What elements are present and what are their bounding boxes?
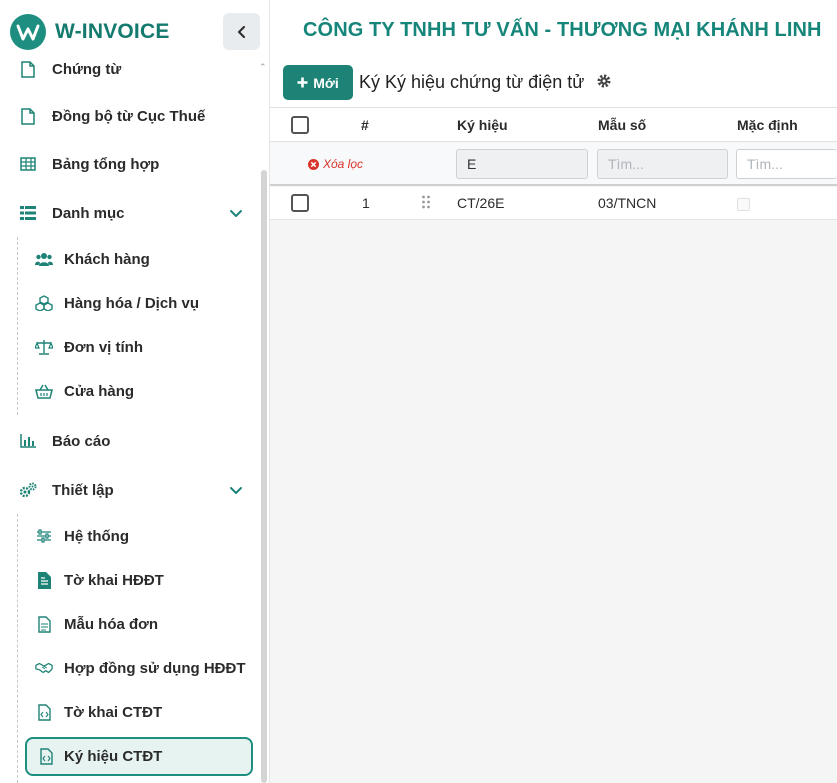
file-lines-icon (35, 615, 53, 633)
filter-ky-hieu-input[interactable] (456, 149, 588, 179)
sidebar-item-label: Bảng tổng hợp (52, 155, 160, 173)
file-code-icon (35, 703, 53, 721)
row-ky-hieu: CT/26E (457, 195, 505, 211)
sidebar-item-label: Tờ khai CTĐT (64, 703, 163, 721)
sidebar-item-label: Hợp đồng sử dụng HĐĐT (64, 659, 246, 677)
sidebar-item-don-vi-tinh[interactable]: Đơn vị tính (0, 327, 258, 367)
page-title: Ký Ký hiệu chứng từ điện tử (359, 72, 585, 92)
sidebar-item-label: Hàng hóa / Dịch vụ (64, 294, 200, 312)
clear-filter-label: Xóa lọc (323, 157, 364, 171)
column-header-index[interactable]: # (361, 117, 369, 133)
gear-icon[interactable] (596, 73, 612, 89)
users-icon (35, 250, 53, 268)
basket-icon (35, 382, 53, 400)
row-mac-dinh-checkbox[interactable] (737, 198, 750, 211)
new-button[interactable]: Mới (283, 65, 353, 100)
sidebar-item-ky-hieu-ctdt[interactable]: Ký hiệu CTĐT (25, 737, 253, 776)
sidebar-scroll-thumb[interactable] (261, 170, 267, 783)
new-button-label: Mới (313, 74, 339, 91)
sidebar-item-to-khai-hddt[interactable]: Tờ khai HĐĐT (0, 560, 258, 600)
clear-filter-button[interactable]: Xóa lọc (308, 157, 363, 171)
main-content: CÔNG TY TNHH TƯ VẤN - THƯƠNG MẠI KHÁNH L… (270, 0, 837, 783)
chevron-down-icon (230, 210, 242, 217)
sidebar-item-dong-bo[interactable]: Đồng bộ từ Cục Thuế (0, 96, 258, 136)
sidebar: W-INVOICE ⌃ Chứng từ Đồng bộ từ Cục Thuế… (0, 0, 270, 783)
sidebar-item-label: Tờ khai HĐĐT (64, 571, 164, 589)
table-row[interactable]: 1 CT/26E 03/TNCN (270, 187, 837, 220)
file-code-icon (37, 748, 55, 766)
select-all-checkbox[interactable] (291, 116, 309, 134)
filter-mac-dinh-input[interactable] (736, 149, 837, 179)
column-header-mac-dinh[interactable]: Mặc định (737, 117, 798, 133)
sidebar-item-he-thong[interactable]: Hệ thống (0, 516, 258, 556)
sidebar-item-to-khai-ctdt[interactable]: Tờ khai CTĐT (0, 692, 258, 732)
brand-logo-icon (10, 14, 46, 50)
page-header: CÔNG TY TNHH TƯ VẤN - THƯƠNG MẠI KHÁNH L… (270, 0, 837, 62)
scale-icon (35, 338, 53, 356)
drag-handle-icon[interactable] (421, 195, 431, 209)
handshake-icon (35, 659, 53, 677)
sidebar-item-cua-hang[interactable]: Cửa hàng (0, 371, 258, 411)
file-icon (19, 107, 37, 125)
sidebar-item-label: Cửa hàng (64, 382, 135, 400)
sidebar-item-mau-hoa-don[interactable]: Mẫu hóa đơn (0, 604, 258, 644)
sidebar-item-label: Đơn vị tính (64, 338, 143, 356)
chevron-down-icon (230, 487, 242, 494)
sidebar-item-bang-tong-hop[interactable]: Bảng tổng hợp (0, 144, 258, 184)
sidebar-item-hang-hoa[interactable]: Hàng hóa / Dịch vụ (0, 283, 258, 323)
sidebar-item-thiet-lap[interactable]: Thiết lập (0, 470, 258, 510)
row-index: 1 (362, 195, 370, 211)
filter-mau-so-input[interactable] (597, 149, 728, 179)
gears-icon (19, 481, 37, 499)
sidebar-item-label: Khách hàng (64, 250, 150, 268)
filter-row: Xóa lọc (270, 143, 837, 186)
file-text-icon (35, 571, 53, 589)
sidebar-item-khach-hang[interactable]: Khách hàng (0, 239, 258, 279)
sidebar-item-hop-dong[interactable]: Hợp đồng sử dụng HĐĐT (0, 648, 258, 688)
sidebar-item-label: Đồng bộ từ Cục Thuế (52, 107, 206, 125)
cubes-icon (35, 294, 53, 312)
sidebar-item-label: Chứng từ (52, 60, 122, 78)
collapse-sidebar-button[interactable] (223, 13, 260, 50)
grid-header-row: # Ký hiệu Mẫu số Mặc định (270, 108, 837, 142)
brand-name: W-INVOICE (55, 20, 170, 43)
sidebar-item-danh-muc[interactable]: Danh mục (0, 193, 258, 233)
sidebar-item-label: Danh mục (52, 204, 125, 222)
sliders-icon (35, 527, 53, 545)
row-mau-so: 03/TNCN (598, 195, 657, 211)
scroll-up-arrow-icon[interactable]: ⌃ (259, 62, 267, 73)
chevron-left-icon (237, 25, 245, 38)
company-name: CÔNG TY TNHH TƯ VẤN - THƯƠNG MẠI KHÁNH L… (303, 19, 822, 41)
sidebar-item-label: Ký hiệu CTĐT (64, 748, 163, 765)
sidebar-item-label: Hệ thống (64, 527, 129, 545)
sidebar-item-chung-tu[interactable]: Chứng từ (0, 49, 258, 89)
column-header-ky-hieu[interactable]: Ký hiệu (457, 117, 508, 133)
sidebar-item-bao-cao[interactable]: Báo cáo (0, 421, 258, 461)
bar-chart-icon (19, 432, 37, 450)
sidebar-item-label: Thiết lập (52, 481, 114, 499)
sidebar-item-label: Mẫu hóa đơn (64, 615, 158, 633)
file-icon (19, 60, 37, 78)
list-icon (19, 204, 37, 222)
toolbar: Mới Ký Ký hiệu chứng từ điện tử (270, 56, 837, 108)
row-checkbox[interactable] (291, 194, 309, 212)
table-icon (19, 155, 37, 173)
plus-icon (297, 77, 308, 88)
sidebar-item-label: Báo cáo (52, 432, 111, 450)
close-circle-icon (308, 158, 319, 170)
column-header-mau-so[interactable]: Mẫu số (598, 117, 646, 133)
